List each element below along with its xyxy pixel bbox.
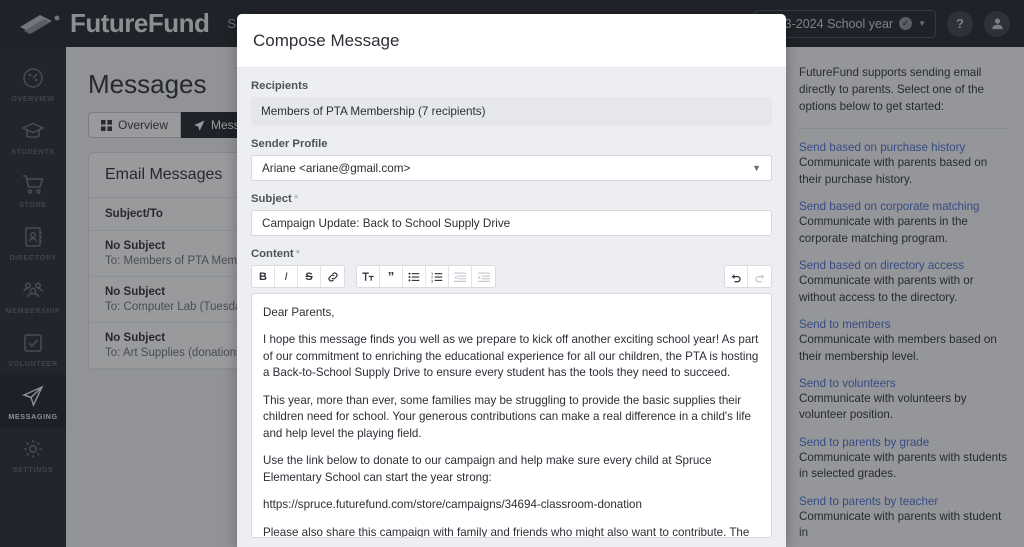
compose-message-modal: Compose Message Recipients Members of PT… xyxy=(237,14,786,547)
rich-text-toolbar: B I S ” 1 2 3 xyxy=(251,265,772,288)
recipients-label: Recipients xyxy=(251,80,309,92)
editor-paragraph: https://spruce.futurefund.com/store/camp… xyxy=(263,498,642,512)
sender-profile-label: Sender Profile xyxy=(251,138,328,150)
link-button[interactable] xyxy=(321,266,344,287)
bullet-list-button[interactable] xyxy=(403,266,426,287)
outdent-icon xyxy=(454,272,466,282)
italic-button[interactable]: I xyxy=(275,266,298,287)
redo-button[interactable] xyxy=(748,266,771,287)
sender-profile-value: Ariane <ariane@gmail.com> xyxy=(262,161,411,175)
subject-label: Subject * xyxy=(251,193,772,205)
editor-paragraph: Use the link below to donate to our camp… xyxy=(263,454,712,484)
modal-header: Compose Message xyxy=(237,14,786,68)
bold-button[interactable]: B xyxy=(252,266,275,287)
modal-body: Recipients Members of PTA Membership (7 … xyxy=(237,68,786,547)
ordered-list-icon: 1 2 3 xyxy=(431,271,443,283)
editor-paragraph: This year, more than ever, some families… xyxy=(263,393,751,440)
bullet-list-icon xyxy=(408,272,420,281)
app-root: FutureFund Spruce 2023-2024 School year … xyxy=(0,0,1024,547)
editor-paragraph: Please also share this campaign with fam… xyxy=(263,525,750,538)
required-marker: * xyxy=(293,193,299,205)
editor-paragraph: Dear Parents, xyxy=(263,306,335,319)
subject-label-text: Subject xyxy=(251,193,292,205)
attachments-label: Attachments xyxy=(251,538,772,547)
content-editor[interactable]: Dear Parents, I hope this message finds … xyxy=(251,293,772,538)
undo-icon xyxy=(731,273,741,282)
editor-paragraph: I hope this message finds you well as we… xyxy=(263,333,759,380)
outdent-button[interactable] xyxy=(449,266,472,287)
svg-text:3: 3 xyxy=(431,278,433,283)
strikethrough-button[interactable]: S xyxy=(298,266,321,287)
link-icon xyxy=(327,271,338,282)
redo-icon xyxy=(754,273,764,282)
ordered-list-button[interactable]: 1 2 3 xyxy=(426,266,449,287)
modal-title: Compose Message xyxy=(253,31,400,50)
block-format-group: ” 1 2 3 xyxy=(356,265,496,288)
subject-value: Campaign Update: Back to School Supply D… xyxy=(262,216,511,230)
history-group xyxy=(724,265,772,288)
sender-profile-select[interactable]: Ariane <ariane@gmail.com> ▼ xyxy=(251,155,772,181)
text-format-group: B I S xyxy=(251,265,345,288)
subject-input[interactable]: Campaign Update: Back to School Supply D… xyxy=(251,210,772,236)
required-marker: * xyxy=(295,248,301,260)
undo-button[interactable] xyxy=(725,266,748,287)
content-label-text: Content xyxy=(251,248,294,260)
chevron-down-icon: ▼ xyxy=(752,163,761,173)
text-size-icon xyxy=(362,272,374,281)
recipients-value: Members of PTA Membership (7 recipients) xyxy=(251,97,772,126)
indent-icon xyxy=(477,272,490,282)
text-size-button[interactable] xyxy=(357,266,380,287)
blockquote-button[interactable]: ” xyxy=(380,266,403,287)
content-label: Content * xyxy=(251,248,772,260)
indent-button[interactable] xyxy=(472,266,495,287)
